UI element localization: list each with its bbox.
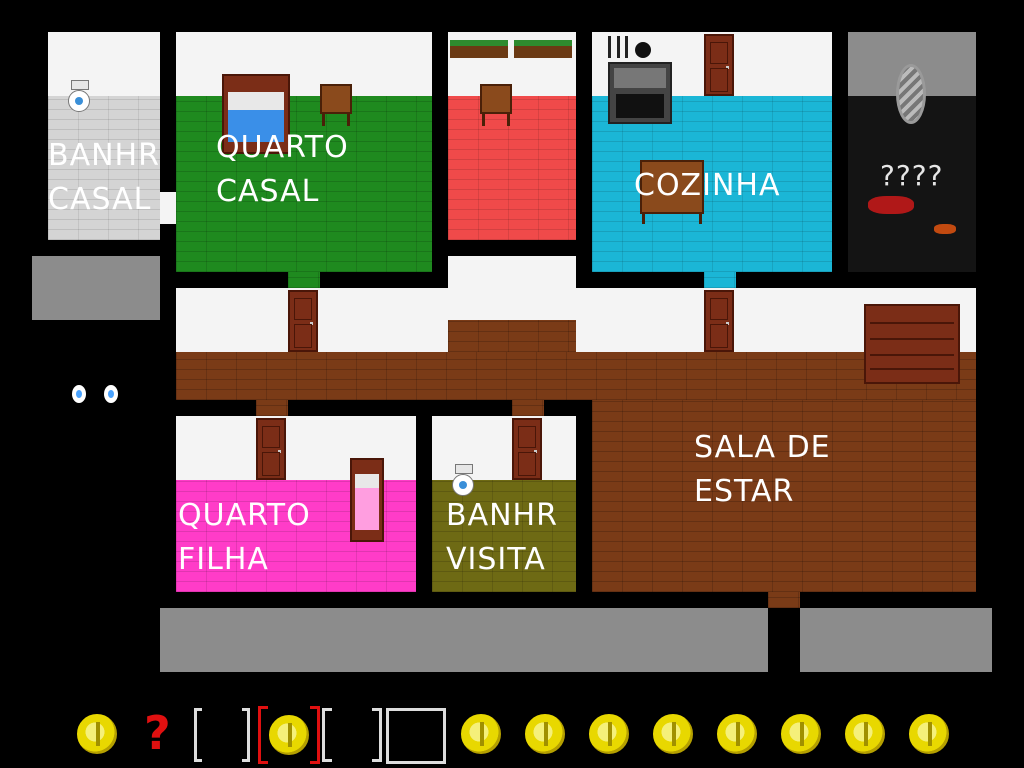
bookshelf-icon: [864, 304, 960, 384]
body-remains-icon: [868, 196, 914, 214]
stove-icon: [608, 62, 672, 124]
door-icon: [704, 290, 734, 352]
doorway-banhr-casal: [160, 192, 176, 224]
coin-icon: [267, 713, 311, 757]
doorway-banhr-visita: [512, 400, 544, 416]
room-label-unknown: ????: [880, 159, 944, 192]
house-map: BANHR CASAL QUARTO CASAL COZINHA ???? SA…: [0, 0, 1024, 700]
stone-block: [32, 256, 160, 320]
body-remains-icon: [934, 224, 956, 234]
room-banhr-casal: [48, 32, 160, 96]
empty-slot[interactable]: [194, 708, 250, 762]
coin-icon[interactable]: [75, 712, 119, 756]
coin-icon[interactable]: [907, 712, 951, 756]
door-icon: [704, 34, 734, 96]
room-label-quarto-filha: QUARTO FILHA: [178, 498, 311, 577]
knives-icon: [608, 36, 651, 58]
doorway-quarto-casal: [288, 272, 320, 288]
chair-icon: [320, 84, 352, 114]
toilet-icon: [68, 80, 90, 116]
bed-icon: [350, 458, 384, 542]
room-label-banhr-visita: BANHR VISITA: [446, 498, 558, 577]
chair-legs: [482, 114, 510, 126]
question-mark-icon[interactable]: ?: [144, 708, 171, 758]
hallway-floor-center: [448, 320, 576, 352]
inventory-bar: ?: [0, 700, 1024, 768]
room-label-sala-de-estar: SALA DE ESTAR: [694, 430, 831, 509]
door-icon: [288, 290, 318, 352]
chair-legs: [322, 114, 350, 126]
stone-path: [160, 608, 768, 672]
stone-path: [800, 608, 992, 672]
hallway-floor: [176, 352, 976, 400]
table-legs: [642, 214, 702, 224]
coin-icon[interactable]: [651, 712, 695, 756]
door-icon: [256, 418, 286, 480]
doorway-quarto-filha: [256, 400, 288, 416]
room-quarto-casal-wall: [176, 32, 432, 96]
door-icon: [512, 418, 542, 480]
doorway-cozinha: [704, 272, 736, 288]
mirror-icon: [896, 64, 926, 124]
doorway-sala: [768, 592, 800, 608]
chair-icon: [480, 84, 512, 114]
coin-icon[interactable]: [843, 712, 887, 756]
room-jantar-floor: [448, 96, 576, 240]
glowing-eyes-icon: [72, 385, 122, 405]
empty-slot[interactable]: [322, 708, 382, 762]
room-label-banhr-casal: BANHR CASAL: [48, 138, 160, 217]
room-label-cozinha: COZINHA: [634, 168, 781, 203]
plant-shelf-icon: [514, 40, 572, 58]
plant-shelf-icon: [450, 40, 508, 58]
hallway-wall-center: [448, 256, 576, 320]
coin-icon[interactable]: [779, 712, 823, 756]
selected-slot[interactable]: [258, 706, 320, 764]
empty-box-slot[interactable]: [386, 708, 446, 764]
coin-icon[interactable]: [715, 712, 759, 756]
coin-icon[interactable]: [523, 712, 567, 756]
coin-icon[interactable]: [459, 712, 503, 756]
coin-icon[interactable]: [587, 712, 631, 756]
room-label-quarto-casal: QUARTO CASAL: [216, 130, 349, 209]
